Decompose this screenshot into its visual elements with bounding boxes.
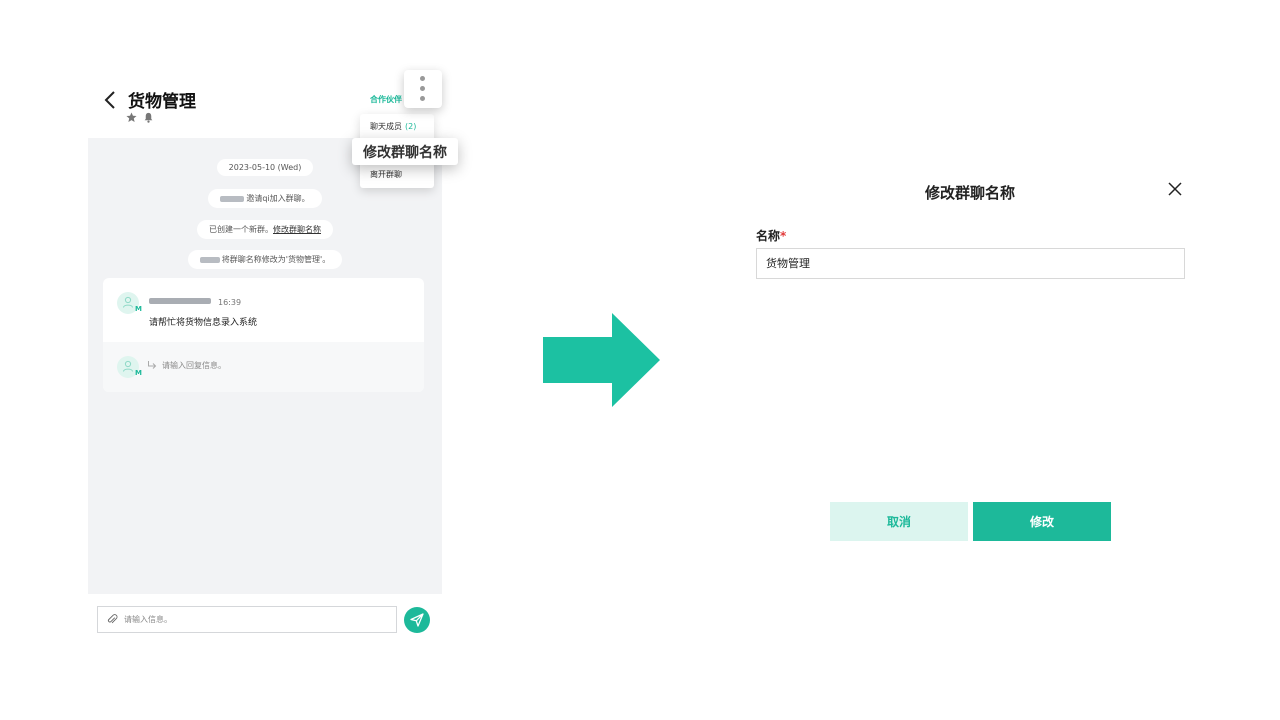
sender-name-redacted xyxy=(149,298,211,304)
name-field-label: 名称* xyxy=(756,227,786,244)
chat-screen: 货物管理 合作伙伴 2023-05-10 (Wed) 邀请qi加入群聊。 已创建… xyxy=(88,70,458,640)
chat-title: 货物管理 xyxy=(128,92,196,112)
menu-item-leave[interactable]: 离开群聊 xyxy=(370,169,402,180)
avatar[interactable]: M xyxy=(117,292,142,314)
invite-text: 邀请qi加入群聊。 xyxy=(246,194,310,203)
user-icon xyxy=(123,360,133,372)
right-arrow-icon xyxy=(543,313,660,407)
redacted-name xyxy=(220,195,245,202)
modify-button[interactable]: 修改 xyxy=(973,502,1111,541)
more-dot-icon xyxy=(420,96,425,101)
reply-placeholder: 请输入回复信息。 xyxy=(162,361,226,370)
rename-group-dialog: 修改群聊名称 名称* 货物管理 取消 修改 xyxy=(740,170,1200,570)
name-label-text: 名称 xyxy=(756,229,781,243)
partner-link[interactable]: 合作伙伴 xyxy=(370,94,402,105)
avatar-badge: M xyxy=(135,305,142,313)
redacted-name xyxy=(199,256,220,263)
renamed-text: 将群聊名称修改为'货物管理'。 xyxy=(221,255,331,264)
message-input-placeholder: 请输入信息。 xyxy=(124,615,172,624)
message-text: 请帮忙将货物信息录入系统 xyxy=(149,318,258,328)
system-message-renamed: 将群聊名称修改为'货物管理'。 xyxy=(88,250,442,269)
star-icon[interactable] xyxy=(126,112,137,123)
chat-message-area[interactable]: 2023-05-10 (Wed) 邀请qi加入群聊。 已创建一个新群。修改群聊名… xyxy=(88,138,442,594)
required-mark: * xyxy=(780,229,787,243)
paperclip-icon[interactable] xyxy=(107,614,118,625)
more-options-button[interactable] xyxy=(404,70,442,108)
message-time: 16:39 xyxy=(218,298,242,307)
send-icon xyxy=(410,613,424,627)
user-icon xyxy=(123,296,133,308)
bell-icon[interactable] xyxy=(143,112,154,123)
back-arrow-icon[interactable] xyxy=(102,90,120,110)
reply-arrow-icon xyxy=(148,361,157,369)
group-name-input[interactable]: 货物管理 xyxy=(756,248,1185,279)
system-message-invite: 邀请qi加入群聊。 xyxy=(88,189,442,208)
more-dot-icon xyxy=(420,76,425,81)
more-dot-icon xyxy=(420,86,425,91)
rename-link[interactable]: 修改群聊名称 xyxy=(273,225,321,234)
reply-avatar: M xyxy=(117,356,142,378)
date-text: 2023-05-10 (Wed) xyxy=(216,159,314,176)
members-label: 聊天成员 xyxy=(370,122,402,131)
created-text: 已创建一个新群。 xyxy=(209,225,273,234)
message-input[interactable]: 请输入信息。 xyxy=(97,606,397,633)
dialog-title: 修改群聊名称 xyxy=(924,184,1015,202)
close-icon[interactable] xyxy=(1168,182,1182,196)
menu-item-rename[interactable]: 修改群聊名称 xyxy=(352,138,458,165)
members-count: (2) xyxy=(405,122,417,131)
reply-input-row[interactable]: M 请输入回复信息。 xyxy=(103,342,424,392)
menu-item-members[interactable]: 聊天成员 (2) xyxy=(370,121,416,132)
title-icons xyxy=(126,112,154,123)
send-button[interactable] xyxy=(404,607,430,633)
avatar-badge: M xyxy=(135,369,142,377)
cancel-button[interactable]: 取消 xyxy=(830,502,968,541)
system-message-created: 已创建一个新群。修改群聊名称 xyxy=(88,220,442,239)
message-card: M 16:39 请帮忙将货物信息录入系统 M 请输入回复信息。 xyxy=(103,278,424,392)
